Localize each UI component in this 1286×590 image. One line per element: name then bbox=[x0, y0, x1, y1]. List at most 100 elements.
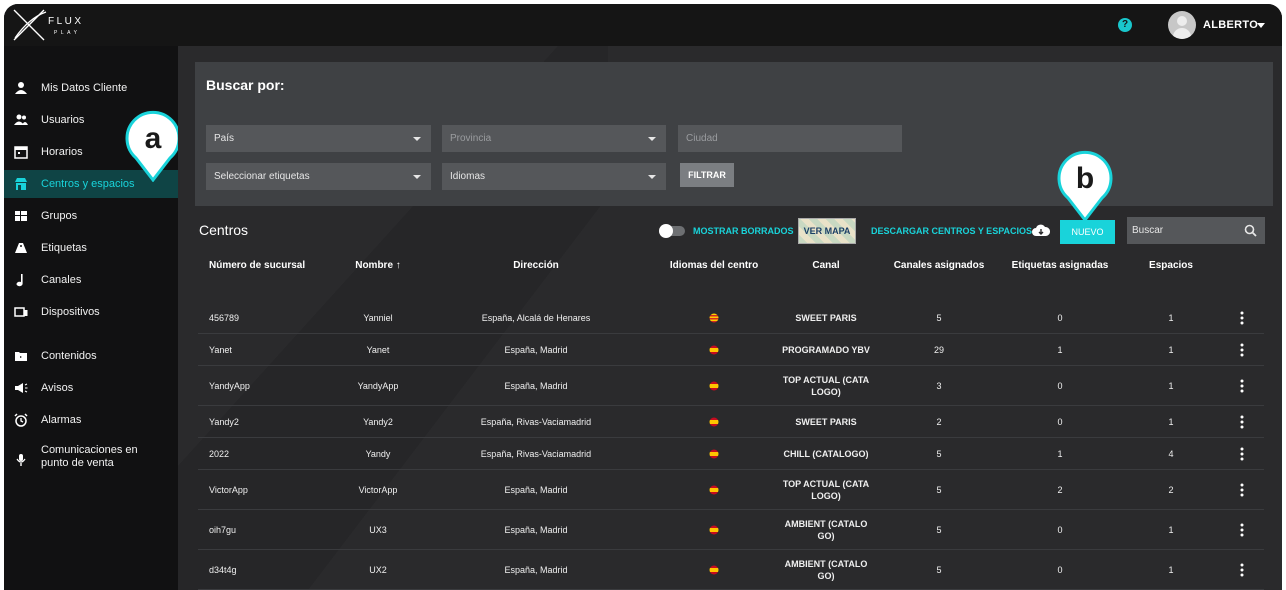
etiquetas-select[interactable]: Seleccionar etiquetas bbox=[206, 163, 431, 190]
cell-etiquetas-asignadas: 2 bbox=[1057, 485, 1063, 495]
cell-sucursal: Yanet bbox=[209, 345, 232, 355]
cell-canales-asignados: 29 bbox=[933, 345, 945, 355]
cell-etiquetas-asignadas: 1 bbox=[1057, 345, 1063, 355]
cell-nombre: UX2 bbox=[369, 565, 387, 575]
table-row[interactable]: Yanet Yanet España, Madrid PROGRAMADO YBV 29… bbox=[198, 334, 1264, 366]
music-note-icon bbox=[16, 274, 23, 287]
more-vertical-icon[interactable] bbox=[1240, 483, 1244, 497]
cell-sucursal: d34t4g bbox=[209, 565, 237, 575]
cell-nombre: VictorApp bbox=[358, 485, 398, 495]
table-row[interactable]: Yandy2 Yandy2 España, Rivas-Vaciamadrid SWE… bbox=[198, 406, 1264, 438]
column-header-sucursal[interactable]: Número de sucursal bbox=[209, 260, 305, 271]
cell-espacios: 1 bbox=[1168, 381, 1174, 391]
cloud-download-icon[interactable] bbox=[1032, 223, 1050, 237]
cell-etiquetas-asignadas: 0 bbox=[1057, 313, 1063, 323]
column-header-nombre[interactable]: Nombre ↑ bbox=[355, 260, 401, 271]
megaphone-icon bbox=[15, 383, 28, 393]
table-row[interactable]: YandyApp YandyApp España, Madrid TOP ACTUAL… bbox=[198, 366, 1264, 406]
chevron-down-icon[interactable] bbox=[1257, 23, 1265, 28]
sidebar-item-alarmas[interactable]: Alarmas bbox=[4, 406, 178, 434]
chevron-down-icon bbox=[648, 175, 656, 179]
sidebar-item-etiquetas[interactable]: Etiquetas bbox=[4, 234, 178, 262]
idiomas-select[interactable]: Idiomas bbox=[442, 163, 666, 190]
search-icon[interactable] bbox=[1244, 224, 1257, 237]
sidebar-item-label: Dispositivos bbox=[41, 306, 100, 318]
help-icon[interactable]: ? bbox=[1118, 18, 1132, 32]
more-vertical-icon[interactable] bbox=[1240, 311, 1244, 325]
cell-canal: SWEET PARIS bbox=[795, 417, 857, 427]
ciudad-field[interactable]: Ciudad bbox=[678, 125, 902, 152]
filtrar-button[interactable]: FILTRAR bbox=[680, 163, 734, 187]
cell-espacios: 4 bbox=[1168, 449, 1174, 459]
mostrar-borrados-label[interactable]: MOSTRAR BORRADOS bbox=[693, 226, 794, 236]
cell-direccion: España, Rivas-Vaciamadrid bbox=[480, 449, 592, 459]
descargar-link[interactable]: DESCARGAR CENTROS Y ESPACIOS bbox=[871, 226, 1032, 236]
sidebar-item-label: Contenidos bbox=[41, 350, 97, 362]
table-row[interactable]: d34t4g UX2 España, Madrid AMBIENT (CATALO G… bbox=[198, 550, 1264, 590]
provincia-label: Provincia bbox=[450, 133, 492, 144]
cell-canales-asignados: 5 bbox=[936, 525, 942, 535]
table-row[interactable]: oih7gu UX3 España, Madrid AMBIENT (CATALO G… bbox=[198, 510, 1264, 550]
sidebar-item-label: Horarios bbox=[41, 146, 83, 158]
more-vertical-icon[interactable] bbox=[1240, 343, 1244, 357]
cell-espacios: 1 bbox=[1168, 313, 1174, 323]
sidebar-item-canales[interactable]: Canales bbox=[4, 266, 178, 294]
sidebar-item-grupos[interactable]: Grupos bbox=[4, 202, 178, 230]
callout-a: a bbox=[125, 110, 181, 182]
top-bar: FLUX PLAY ? ALBERTO bbox=[4, 4, 1282, 46]
spain-flag-icon bbox=[709, 525, 719, 535]
sidebar-item-contenidos[interactable]: Contenidos bbox=[4, 342, 178, 370]
sidebar-item-comunicaciones[interactable]: Comunicaciones en punto de venta bbox=[4, 440, 178, 480]
column-header-espacios[interactable]: Espacios bbox=[1149, 260, 1193, 271]
provincia-select[interactable]: Provincia bbox=[442, 125, 666, 152]
cell-sucursal: 456789 bbox=[209, 313, 240, 323]
cell-direccion: España, Rivas-Vaciamadrid bbox=[480, 417, 592, 427]
callout-a-label: a bbox=[145, 122, 162, 155]
etiquetas-label: Seleccionar etiquetas bbox=[214, 171, 310, 182]
cell-canal: AMBIENT (CATALO GO) bbox=[784, 519, 868, 541]
pais-select[interactable]: País bbox=[206, 125, 431, 152]
main-content: Buscar por: País Provincia Ciudad Selecc… bbox=[178, 46, 1282, 590]
sidebar-item-label: Comunicaciones en punto de venta bbox=[41, 444, 138, 469]
logo-text: FLUX bbox=[48, 16, 84, 27]
table-row[interactable]: VictorApp VictorApp España, Madrid TOP ACTU… bbox=[198, 470, 1264, 510]
more-vertical-icon[interactable] bbox=[1240, 447, 1244, 461]
cell-canal: CHILL (CATALOGO) bbox=[783, 449, 869, 459]
ver-mapa-button[interactable]: VER MAPA bbox=[798, 218, 856, 244]
search-input[interactable]: Buscar bbox=[1127, 217, 1265, 244]
spain-flag-icon bbox=[709, 381, 719, 391]
more-vertical-icon[interactable] bbox=[1240, 379, 1244, 393]
cell-sucursal: YandyApp bbox=[209, 381, 250, 391]
column-header-etiquetas-asignadas[interactable]: Etiquetas asignadas bbox=[1012, 260, 1109, 271]
sidebar-item-avisos[interactable]: Avisos bbox=[4, 374, 178, 402]
cell-etiquetas-asignadas: 0 bbox=[1057, 525, 1063, 535]
alarm-icon bbox=[14, 413, 28, 427]
more-vertical-icon[interactable] bbox=[1240, 523, 1244, 537]
cell-canal: TOP ACTUAL (CATA LOGO) bbox=[782, 375, 870, 397]
sidebar-item-mis-datos-cliente[interactable]: Mis Datos Cliente bbox=[4, 74, 178, 102]
table-row[interactable]: 2022 Yandy España, Rivas-Vaciamadrid CHILL … bbox=[198, 438, 1264, 470]
nuevo-button[interactable]: NUEVO bbox=[1060, 220, 1115, 244]
devices-icon bbox=[14, 307, 28, 317]
sidebar-item-label: Centros y espacios bbox=[41, 178, 135, 190]
username[interactable]: ALBERTO bbox=[1203, 19, 1258, 31]
cell-sucursal: oih7gu bbox=[209, 525, 237, 535]
cell-direccion: España, Madrid bbox=[504, 485, 568, 495]
avatar[interactable] bbox=[1168, 11, 1196, 39]
column-header-canales-asignados[interactable]: Canales asignados bbox=[894, 260, 985, 271]
spain-flag-icon bbox=[709, 345, 719, 355]
table-row[interactable]: 456789 Yanniel España, Alcalá de Henares SW… bbox=[198, 302, 1264, 334]
more-vertical-icon[interactable] bbox=[1240, 415, 1244, 429]
section-title: Centros bbox=[199, 222, 249, 238]
column-header-canal[interactable]: Canal bbox=[812, 260, 839, 271]
cell-nombre: Yandy bbox=[365, 449, 391, 459]
mostrar-borrados-toggle[interactable] bbox=[659, 224, 685, 238]
spain-flag-icon bbox=[709, 565, 719, 575]
sidebar-item-dispositivos[interactable]: Dispositivos bbox=[4, 298, 178, 326]
column-header-idiomas[interactable]: Idiomas del centro bbox=[670, 260, 758, 271]
more-vertical-icon[interactable] bbox=[1240, 563, 1244, 577]
idiomas-label: Idiomas bbox=[450, 171, 486, 182]
logo-subtext: PLAY bbox=[54, 30, 80, 36]
column-header-direccion[interactable]: Dirección bbox=[513, 260, 559, 271]
chevron-down-icon bbox=[413, 175, 421, 179]
